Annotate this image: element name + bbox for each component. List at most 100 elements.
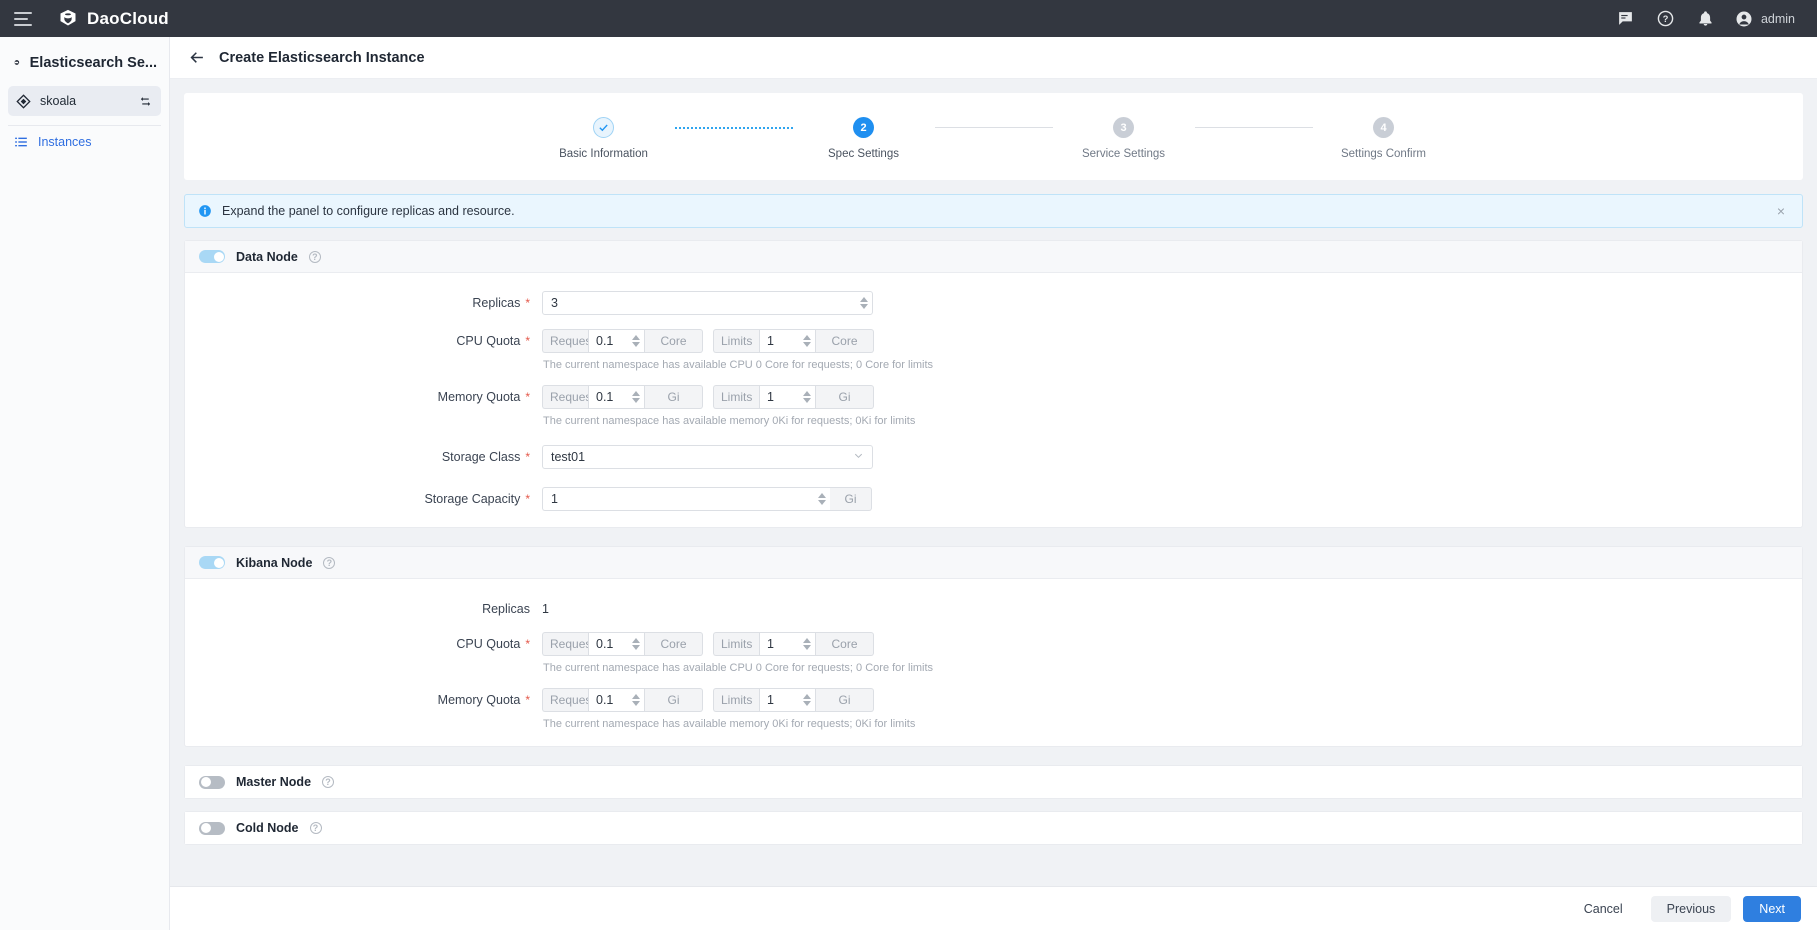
stepper-kibana-memory-request[interactable] (628, 689, 644, 711)
sidebar-item-instances[interactable]: Instances (0, 126, 169, 158)
step-service-settings[interactable]: 3 Service Settings (1053, 117, 1195, 160)
switch-namespace-icon[interactable] (139, 95, 152, 108)
group-storage-capacity: 1 Gi (542, 487, 872, 511)
label-storage-capacity: Storage Capacity* (185, 487, 530, 506)
field-row-kibana-memory: Memory Quota* Request 0.1 G (185, 688, 1802, 730)
data-cpu-request-unit: Core (645, 329, 703, 353)
data-cpu-limits-unit: Core (816, 329, 874, 353)
form-scroll-area[interactable]: Basic Information 2 Spec Settings 3 Serv… (170, 79, 1817, 886)
page-title: Create Elasticsearch Instance (219, 50, 425, 66)
toggle-cold-node[interactable] (199, 822, 225, 835)
kibana-cpu-request[interactable]: Request 0.1 Core (542, 632, 703, 656)
step-1-label: Basic Information (559, 148, 648, 160)
sidebar-product[interactable]: Elasticsearch Se... (0, 43, 169, 84)
data-memory-request-input[interactable]: 0.1 (588, 385, 645, 409)
stepper-kibana-cpu-limits[interactable] (799, 633, 815, 655)
stepper-data-memory-limits[interactable] (799, 386, 815, 408)
back-arrow-icon[interactable] (188, 49, 205, 66)
panel-kibana-node-header[interactable]: Kibana Node ? (185, 547, 1802, 579)
main-content: Create Elasticsearch Instance Basic Info… (170, 37, 1817, 930)
panel-master-node-header[interactable]: Master Node ? (185, 766, 1802, 798)
kibana-cpu-limits[interactable]: Limits 1 Core (713, 632, 874, 656)
previous-button[interactable]: Previous (1651, 896, 1732, 922)
sidebar-namespace-selector[interactable]: skoala (8, 86, 161, 116)
kibana-cpu-limits-unit: Core (816, 632, 874, 656)
step-settings-confirm[interactable]: 4 Settings Confirm (1313, 117, 1455, 160)
toggle-data-node[interactable] (199, 250, 225, 263)
stepper-storage-capacity[interactable] (814, 488, 830, 510)
step-connector-3 (1195, 117, 1313, 138)
panel-data-node-body: Replicas* 3 CPU Quota* (185, 273, 1802, 527)
data-memory-limits-input[interactable]: 1 (759, 385, 816, 409)
data-memory-limits[interactable]: Limits 1 Gi (713, 385, 874, 409)
chat-icon[interactable] (1615, 8, 1636, 29)
cancel-button[interactable]: Cancel (1568, 896, 1639, 922)
kibana-memory-request-input[interactable]: 0.1 (588, 688, 645, 712)
sidebar-item-label: Instances (38, 135, 92, 149)
stepper-kibana-cpu-request[interactable] (628, 633, 644, 655)
data-cpu-limits[interactable]: Limits 1 Core (713, 329, 874, 353)
sidebar: Elasticsearch Se... skoala Instances (0, 37, 170, 930)
hamburger-icon[interactable] (14, 12, 32, 26)
panel-kibana-node-title: Kibana Node (236, 556, 312, 570)
stepper-data-memory-request[interactable] (628, 386, 644, 408)
kibana-cpu-limits-input[interactable]: 1 (759, 632, 816, 656)
toggle-kibana-node[interactable] (199, 556, 225, 569)
help-icon[interactable]: ? (322, 776, 334, 788)
input-data-replicas[interactable]: 3 (542, 291, 873, 315)
user-menu[interactable]: admin (1735, 10, 1795, 28)
step-spec-settings[interactable]: 2 Spec Settings (793, 117, 935, 160)
data-memory-request[interactable]: Request 0.1 Gi (542, 385, 703, 409)
data-cpu-request[interactable]: Request 0.1 Core (542, 329, 703, 353)
group-data-memory: Request 0.1 Gi Limits (542, 385, 915, 409)
panel-data-node: Data Node ? Replicas* 3 (184, 240, 1803, 528)
step-connector-2 (935, 117, 1053, 138)
panel-kibana-node: Kibana Node ? Replicas 1 CPU Quota* (184, 546, 1803, 747)
label-data-cpu: CPU Quota* (185, 329, 530, 348)
brand-logo[interactable]: DaoCloud (58, 8, 169, 29)
stepper-data-replicas[interactable] (856, 292, 872, 314)
check-icon (598, 122, 609, 133)
help-icon[interactable]: ? (309, 251, 321, 263)
notification-icon[interactable] (1695, 8, 1716, 29)
panel-kibana-node-body: Replicas 1 CPU Quota* Request (185, 579, 1802, 746)
kibana-memory-limits-addon: Limits (713, 688, 759, 712)
daocloud-cube-icon (58, 8, 78, 29)
stepper-kibana-memory-limits[interactable] (799, 689, 815, 711)
help-icon[interactable]: ? (323, 557, 335, 569)
footer-actions: Cancel Previous Next (170, 886, 1817, 930)
next-button[interactable]: Next (1743, 896, 1801, 922)
kibana-cpu-request-input[interactable]: 0.1 (588, 632, 645, 656)
data-cpu-limits-addon: Limits (713, 329, 759, 353)
help-icon[interactable]: ? (1655, 8, 1676, 29)
data-cpu-request-addon: Request (542, 329, 588, 353)
data-memory-request-addon: Request (542, 385, 588, 409)
kibana-memory-limits[interactable]: Limits 1 Gi (713, 688, 874, 712)
panel-cold-node-header[interactable]: Cold Node ? (185, 812, 1802, 844)
value-kibana-replicas: 1 (542, 597, 549, 616)
toggle-master-node[interactable] (199, 776, 225, 789)
step-basic-information[interactable]: Basic Information (533, 117, 675, 160)
panel-data-node-header[interactable]: Data Node ? (185, 241, 1802, 273)
field-row-data-cpu: CPU Quota* Request 0.1 Core (185, 329, 1802, 371)
sidebar-product-label: Elasticsearch Se... (30, 55, 157, 71)
stepper-data-cpu-request[interactable] (628, 330, 644, 352)
kibana-memory-limits-input[interactable]: 1 (759, 688, 816, 712)
help-icon[interactable]: ? (310, 822, 322, 834)
select-storage-class[interactable]: test01 (542, 445, 873, 469)
stepper-card: Basic Information 2 Spec Settings 3 Serv… (184, 93, 1803, 180)
namespace-icon (16, 94, 31, 109)
close-icon[interactable]: × (1773, 200, 1789, 222)
input-storage-capacity[interactable]: 1 (542, 487, 830, 511)
select-storage-class-value: test01 (551, 450, 585, 464)
storage-capacity-unit: Gi (830, 487, 872, 511)
kibana-cpu-request-unit: Core (645, 632, 703, 656)
data-cpu-request-input[interactable]: 0.1 (588, 329, 645, 353)
kibana-memory-request[interactable]: Request 0.1 Gi (542, 688, 703, 712)
field-row-kibana-replicas: Replicas 1 (185, 597, 1802, 616)
kibana-cpu-limits-addon: Limits (713, 632, 759, 656)
kibana-memory-limits-unit: Gi (816, 688, 874, 712)
data-cpu-limits-input[interactable]: 1 (759, 329, 816, 353)
stepper-data-cpu-limits[interactable] (799, 330, 815, 352)
hint-data-cpu: The current namespace has available CPU … (542, 359, 933, 371)
